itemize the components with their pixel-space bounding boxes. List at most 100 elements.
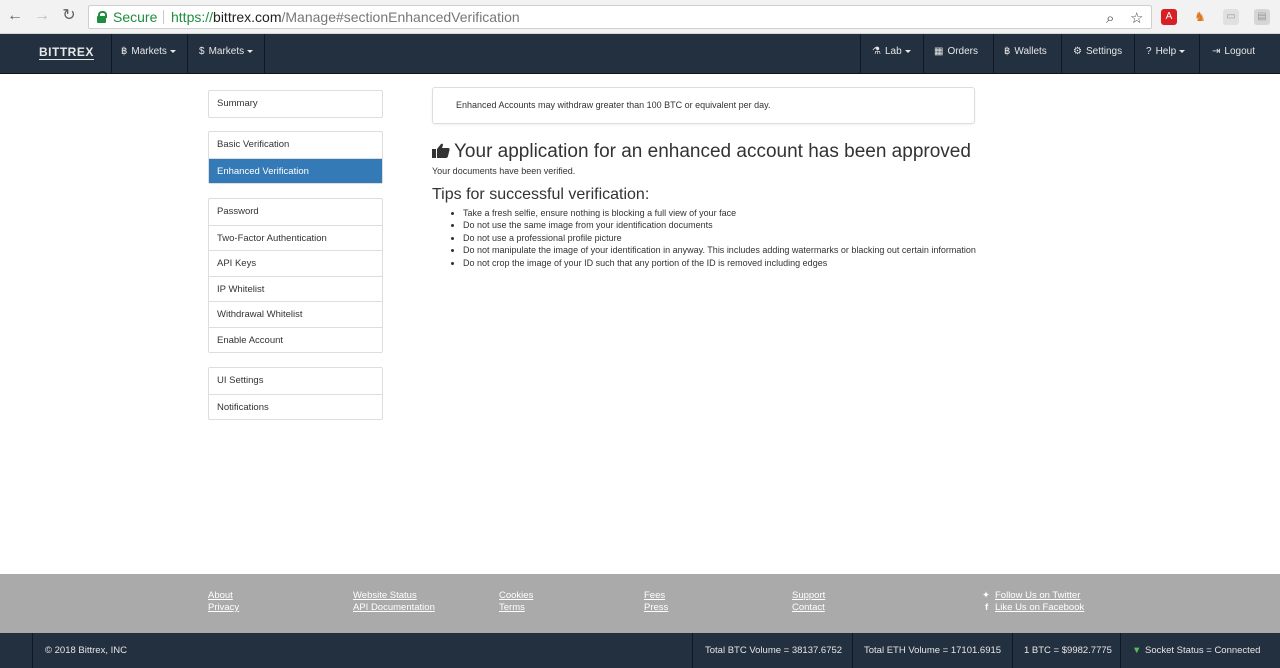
nav-help[interactable]: ? Help: [1146, 34, 1186, 74]
nav-label: Lab: [884, 46, 902, 57]
footer-link-press[interactable]: Press: [644, 602, 668, 614]
footer-link-privacy[interactable]: Privacy: [208, 602, 239, 614]
footer-link-twitter[interactable]: Follow Us on Twitter: [995, 590, 1080, 602]
copyright: © 2018 Bittrex, INC: [45, 645, 127, 656]
footer-link-fees[interactable]: Fees: [644, 590, 665, 602]
brand-logo[interactable]: BITTREX: [39, 46, 94, 60]
status-bar: © 2018 Bittrex, INC Total BTC Volume = 3…: [0, 633, 1280, 668]
address-bar[interactable]: Secure https://bittrex.com/Manage#sectio…: [88, 5, 1152, 29]
nav-label: Logout: [1224, 46, 1255, 57]
status-divider: [32, 633, 33, 668]
forward-arrow-icon[interactable]: →: [33, 7, 51, 25]
nav-logout[interactable]: ⇥ Logout: [1212, 34, 1255, 74]
bitcoin-icon: ฿: [1004, 46, 1011, 57]
footer-link-cookies[interactable]: Cookies: [499, 590, 533, 602]
nav-usd-markets[interactable]: $ Markets: [199, 34, 254, 74]
nav-divider: [111, 34, 112, 74]
nav-settings[interactable]: ⚙ Settings: [1073, 34, 1122, 74]
nav-label: Settings: [1085, 46, 1123, 57]
extension-fox-icon[interactable]: ♞: [1192, 9, 1208, 25]
zoom-icon[interactable]: ⌕: [1106, 8, 1114, 30]
status-divider: [1120, 633, 1121, 668]
nav-divider: [264, 34, 265, 74]
status-divider: [1012, 633, 1013, 668]
sidebar-item-password[interactable]: Password: [209, 199, 382, 225]
sidebar-group-security: Password Two-Factor Authentication API K…: [208, 198, 383, 353]
nav-lab[interactable]: ⚗ Lab: [872, 34, 911, 74]
footer-link-terms[interactable]: Terms: [499, 602, 525, 614]
browser-toolbar: ← → ↻ Secure https://bittrex.com/Manage#…: [0, 0, 1280, 34]
logout-icon: ⇥: [1212, 46, 1221, 57]
list-item: Take a fresh selfie, ensure nothing is b…: [463, 207, 976, 219]
caret-down-icon: [1179, 50, 1186, 53]
list-item: Do not manipulate the image of your iden…: [463, 244, 976, 256]
reload-icon[interactable]: ↻: [60, 7, 78, 25]
sidebar-item-ui-settings[interactable]: UI Settings: [209, 368, 382, 394]
nav-divider: [860, 34, 861, 74]
eth-volume: Total ETH Volume = 17101.6915: [864, 645, 1002, 656]
extension-gray-icon[interactable]: ▤: [1254, 9, 1270, 25]
nav-orders[interactable]: ▦ Orders: [934, 34, 978, 74]
bookmark-star-icon[interactable]: ☆: [1130, 8, 1143, 30]
sidebar-group-summary: Summary: [208, 90, 383, 118]
dollar-icon: $: [199, 46, 205, 57]
caret-down-icon: [247, 50, 254, 53]
calendar-icon: ▦: [934, 46, 944, 57]
question-icon: ?: [1146, 46, 1152, 57]
nav-label: Wallets: [1014, 46, 1047, 57]
gear-icon: ⚙: [1073, 46, 1082, 57]
sidebar-item-basic-verification[interactable]: Basic Verification: [209, 132, 382, 158]
approved-heading: Your application for an enhanced account…: [432, 141, 971, 163]
status-divider: [692, 633, 693, 668]
nav-label: Markets: [131, 46, 167, 57]
tips-list: Take a fresh selfie, ensure nothing is b…: [463, 207, 976, 269]
status-divider: [852, 633, 853, 668]
nav-divider: [1199, 34, 1200, 74]
flask-icon: ⚗: [872, 46, 881, 57]
extension-generic-icon[interactable]: ▭: [1223, 9, 1239, 25]
thumbs-up-icon: [432, 142, 450, 158]
bitcoin-icon: ฿: [121, 46, 128, 57]
footer-link-contact[interactable]: Contact: [792, 602, 825, 614]
footer-link-api-docs[interactable]: API Documentation: [353, 602, 435, 614]
nav-divider: [1134, 34, 1135, 74]
wifi-icon: ▼: [1132, 645, 1142, 656]
footer-link-facebook[interactable]: Like Us on Facebook: [995, 602, 1084, 614]
caret-down-icon: [904, 50, 911, 53]
sidebar-item-notifications[interactable]: Notifications: [209, 393, 382, 420]
back-arrow-icon[interactable]: ←: [6, 7, 24, 25]
nav-divider: [1061, 34, 1062, 74]
sidebar-group-verification: Basic Verification Enhanced Verification: [208, 131, 383, 184]
list-item: Do not use a professional profile pictur…: [463, 232, 976, 244]
nav-divider: [993, 34, 994, 74]
list-item: Do not crop the image of your ID such th…: [463, 257, 976, 269]
footer-link-support[interactable]: Support: [792, 590, 825, 602]
nav-divider: [923, 34, 924, 74]
nav-wallets[interactable]: ฿ Wallets: [1004, 34, 1047, 74]
sidebar-item-withdrawal-whitelist[interactable]: Withdrawal Whitelist: [209, 301, 382, 327]
site-navbar: BITTREX ฿ Markets $ Markets ⚗ Lab ▦ Orders ฿…: [0, 34, 1280, 74]
sidebar-item-summary[interactable]: Summary: [209, 91, 382, 117]
nav-label: Orders: [947, 46, 979, 57]
nav-label: Markets: [208, 46, 245, 57]
site-footer: About Privacy Website Status API Documen…: [0, 574, 1280, 633]
nav-btc-markets[interactable]: ฿ Markets: [121, 34, 176, 74]
btc-volume: Total BTC Volume = 38137.6752: [705, 645, 843, 656]
tips-heading: Tips for successful verification:: [432, 186, 650, 203]
sidebar-item-two-factor[interactable]: Two-Factor Authentication: [209, 224, 382, 251]
verified-text: Your documents have been verified.: [432, 166, 576, 176]
url-text[interactable]: https://bittrex.com/Manage#sectionEnhanc…: [171, 6, 520, 28]
btc-price: 1 BTC = $9982.7775: [1024, 645, 1112, 656]
approved-title: Your application for an enhanced account…: [454, 141, 971, 162]
nav-divider: [187, 34, 188, 74]
footer-link-about[interactable]: About: [208, 590, 233, 602]
footer-link-website-status[interactable]: Website Status: [353, 590, 417, 602]
sidebar-item-enable-account[interactable]: Enable Account: [209, 326, 382, 353]
list-item: Do not use the same image from your iden…: [463, 219, 976, 231]
sidebar-item-api-keys[interactable]: API Keys: [209, 250, 382, 276]
secure-label: Secure: [113, 9, 158, 25]
sidebar-item-ip-whitelist[interactable]: IP Whitelist: [209, 275, 382, 302]
nav-label: Help: [1155, 46, 1177, 57]
extension-pdf-icon[interactable]: A: [1161, 9, 1177, 25]
sidebar-item-enhanced-verification[interactable]: Enhanced Verification: [209, 157, 382, 183]
